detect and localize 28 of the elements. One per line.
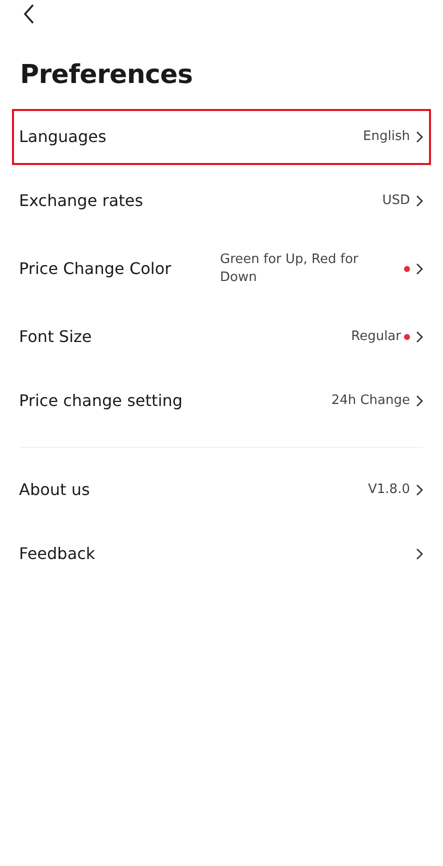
settings-row[interactable]: Feedback: [12, 522, 431, 586]
settings-row[interactable]: Price change setting 24h Change: [12, 369, 431, 434]
row-label: Feedback: [19, 543, 96, 566]
chevron-right-icon: [416, 484, 423, 496]
row-label: About us: [19, 479, 90, 502]
chevron-right-icon: [416, 548, 423, 560]
settings-row[interactable]: Font Size Regular: [12, 305, 431, 370]
chevron-right-icon: [416, 131, 423, 144]
row-value: V1.8.0: [368, 481, 410, 500]
page-title: Preferences: [20, 60, 194, 92]
row-label: Font Size: [19, 326, 92, 348]
row-label: Languages: [19, 126, 106, 148]
settings-row[interactable]: Price Change Color Green for Up, Red for Down: [12, 233, 431, 306]
chevron-right-icon: [416, 195, 423, 208]
row-value: English: [363, 128, 410, 146]
chevron-right-icon: [416, 263, 423, 276]
chevron-right-icon: [416, 331, 423, 344]
row-label: Exchange rates: [19, 190, 144, 212]
settings-row[interactable]: Exchange rates USD: [12, 169, 431, 234]
row-label: Price change setting: [19, 390, 183, 412]
settings-row[interactable]: Languages English: [12, 109, 431, 166]
row-value: Regular: [351, 328, 401, 346]
row-value: USD: [382, 192, 410, 210]
row-label: Price Change Color: [19, 258, 172, 280]
chevron-right-icon: [416, 395, 423, 408]
row-value: Green for Up, Red for Down: [220, 251, 360, 288]
row-value: 24h Change: [331, 392, 410, 410]
settings-row[interactable]: About us V1.8.0: [12, 458, 431, 522]
